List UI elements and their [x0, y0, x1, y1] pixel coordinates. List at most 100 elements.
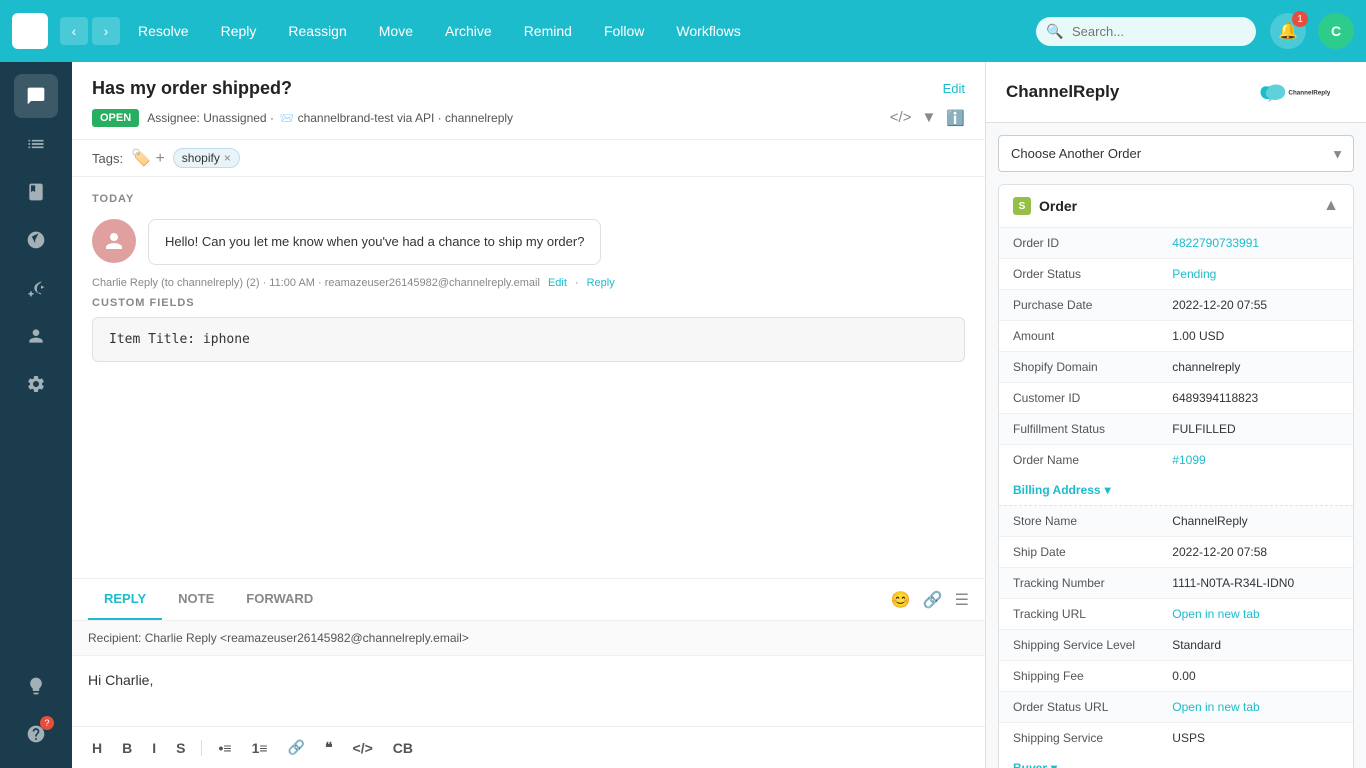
table-row: Tracking Number 1111-N0TA-R34L-IDN0: [999, 568, 1353, 599]
shopify-domain-value: channelreply: [1158, 352, 1353, 383]
amount-value: 1.00 USD: [1158, 321, 1353, 352]
assignee-text: Assignee: Unassigned · 📨 channelbrand-te…: [147, 111, 513, 125]
field-label: Tracking Number: [999, 568, 1158, 599]
right-panel-content: Choose Another Order ▼ S Order ▲ Order I…: [986, 123, 1366, 768]
sidebar-item-help[interactable]: ?: [14, 712, 58, 756]
workflows-button[interactable]: Workflows: [662, 15, 754, 47]
remove-tag-button[interactable]: ×: [224, 151, 231, 165]
order-select[interactable]: Choose Another Order: [998, 135, 1354, 172]
field-label: Ship Date: [999, 537, 1158, 568]
order-select-wrapper: Choose Another Order ▼: [998, 135, 1354, 172]
toolbar-bold[interactable]: B: [118, 736, 136, 760]
sidebar-item-reports[interactable]: [14, 122, 58, 166]
customer-id-value: 6489394118823: [1158, 383, 1353, 414]
tracking-url-value[interactable]: Open in new tab: [1158, 599, 1353, 630]
toolbar-quote[interactable]: ❝: [321, 735, 337, 760]
notification-badge: 1: [1292, 11, 1308, 27]
tracking-number-value: 1111-N0TA-R34L-IDN0: [1158, 568, 1353, 599]
tab-forward[interactable]: FORWARD: [230, 579, 329, 620]
follow-button[interactable]: Follow: [590, 15, 658, 47]
order-name-value[interactable]: #1099: [1158, 445, 1353, 476]
emoji-icon[interactable]: 😊: [891, 590, 911, 610]
filter-icon[interactable]: ▼: [921, 109, 936, 127]
table-row: Shipping Service USPS: [999, 723, 1353, 754]
toolbar-heading[interactable]: H: [88, 736, 106, 760]
sidebar-item-chat[interactable]: [14, 74, 58, 118]
move-button[interactable]: Move: [365, 15, 427, 47]
avatar[interactable]: C: [1318, 13, 1354, 49]
table-row: Shopify Domain channelreply: [999, 352, 1353, 383]
toolbar-link[interactable]: 🔗: [284, 735, 309, 760]
custom-fields-content: Item Title: iphone: [92, 317, 965, 362]
resolve-button[interactable]: Resolve: [124, 15, 203, 47]
reply-panel: REPLY NOTE FORWARD 😊 🔗 ☰ Recipient: Char…: [72, 578, 985, 768]
toolbar-separator: [201, 740, 202, 756]
nav-back-button[interactable]: ‹: [60, 17, 88, 45]
order-card: S Order ▲ Order ID 4822790733991 Order S…: [998, 184, 1354, 768]
sidebar-item-compass[interactable]: [14, 218, 58, 262]
billing-address-section[interactable]: Billing Address ▾: [999, 475, 1353, 506]
table-row: Amount 1.00 USD: [999, 321, 1353, 352]
link-icon[interactable]: 🔗: [923, 590, 943, 610]
table-row: Shipping Service Level Standard: [999, 630, 1353, 661]
toolbar-strikethrough[interactable]: S: [172, 736, 189, 760]
tab-note[interactable]: NOTE: [162, 579, 230, 620]
field-label: Purchase Date: [999, 290, 1158, 321]
template-icon[interactable]: ☰: [955, 590, 969, 610]
field-label: Tracking URL: [999, 599, 1158, 630]
reply-body[interactable]: Hi Charlie,: [72, 656, 985, 726]
order-id-value[interactable]: 4822790733991: [1158, 228, 1353, 259]
code-icon[interactable]: </>: [890, 109, 912, 127]
search-input[interactable]: [1036, 17, 1256, 46]
table-row: Order ID 4822790733991: [999, 228, 1353, 259]
edit-link[interactable]: Edit: [943, 81, 965, 96]
chevron-down-icon: ▾: [1105, 483, 1111, 497]
table-row: Store Name ChannelReply: [999, 506, 1353, 537]
shopify-icon: S: [1013, 197, 1031, 215]
archive-button[interactable]: Archive: [431, 15, 506, 47]
tags-row: Tags: 🏷️ + shopify ×: [72, 140, 985, 177]
field-label: Shipping Service Level: [999, 630, 1158, 661]
channelreply-logo-svg: ChannelReply: [1256, 78, 1346, 106]
sidebar-item-bulb[interactable]: [14, 664, 58, 708]
info-icon[interactable]: ℹ️: [946, 109, 965, 127]
toolbar-codeblock[interactable]: CB: [389, 736, 417, 760]
order-status-url-value[interactable]: Open in new tab: [1158, 692, 1353, 723]
svg-text:ChannelReply: ChannelReply: [1288, 89, 1330, 96]
table-row: Customer ID 6489394118823: [999, 383, 1353, 414]
add-tag-button[interactable]: 🏷️ +: [131, 148, 165, 168]
notifications-button[interactable]: 🔔 1: [1270, 13, 1306, 49]
message-footer: Charlie Reply (to channelreply) (2) · 11…: [92, 277, 965, 289]
buyer-section[interactable]: Buyer ▾: [999, 753, 1353, 768]
reassign-button[interactable]: Reassign: [274, 15, 360, 47]
collapse-order-button[interactable]: ▲: [1323, 197, 1339, 215]
order-more-fields-table: Store Name ChannelReply Ship Date 2022-1…: [999, 506, 1353, 753]
reply-tabs: REPLY NOTE FORWARD 😊 🔗 ☰: [72, 579, 985, 621]
sidebar-item-settings[interactable]: [14, 362, 58, 406]
field-label: Shipping Fee: [999, 661, 1158, 692]
tab-reply[interactable]: REPLY: [88, 579, 162, 620]
conversation-title: Has my order shipped?: [92, 78, 292, 99]
field-label: Order Status URL: [999, 692, 1158, 723]
field-label: Order ID: [999, 228, 1158, 259]
fulfillment-status-value: FULFILLED: [1158, 414, 1353, 445]
message-reply-link[interactable]: Reply: [587, 277, 615, 289]
toolbar-ordered-list[interactable]: 1≡: [248, 736, 272, 760]
custom-fields-label: CUSTOM FIELDS: [92, 297, 965, 309]
order-status-value[interactable]: Pending: [1158, 259, 1353, 290]
toolbar-code[interactable]: </>: [349, 736, 377, 760]
customer-avatar: [92, 219, 136, 263]
right-panel-title: ChannelReply: [1006, 82, 1119, 102]
nav-forward-button[interactable]: ›: [92, 17, 120, 45]
toolbar-italic[interactable]: I: [148, 736, 160, 760]
message-edit-link[interactable]: Edit: [548, 277, 567, 289]
toolbar-unordered-list[interactable]: •≡: [214, 736, 235, 760]
sidebar-item-campaigns[interactable]: [14, 266, 58, 310]
remind-button[interactable]: Remind: [510, 15, 586, 47]
reply-button[interactable]: Reply: [207, 15, 271, 47]
right-panel: ChannelReply ChannelReply Choose Another…: [986, 62, 1366, 768]
shipping-service-level-value: Standard: [1158, 630, 1353, 661]
sidebar-item-contacts[interactable]: [14, 314, 58, 358]
sidebar-item-knowledge[interactable]: [14, 170, 58, 214]
chevron-down-icon: ▾: [1051, 761, 1057, 768]
